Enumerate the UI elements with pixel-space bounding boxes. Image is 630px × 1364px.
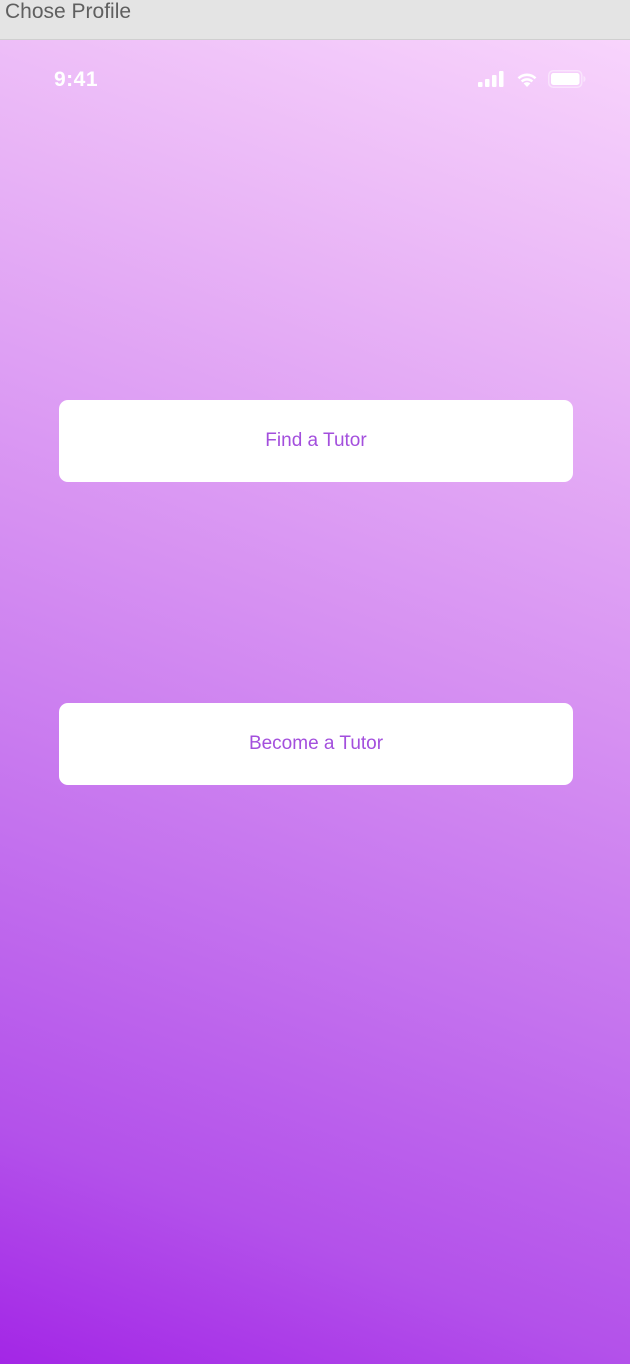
signal-icon — [478, 71, 504, 87]
wifi-icon — [517, 73, 537, 87]
choose-profile-screen: 9:41 Find a Tutor Become a Tutor — [0, 40, 630, 1364]
frame-label-bar: Chose Profile — [0, 0, 630, 40]
find-tutor-button[interactable]: Find a Tutor — [59, 400, 573, 482]
status-icons — [478, 69, 586, 89]
status-time: 9:41 — [54, 68, 99, 91]
battery-icon — [548, 70, 586, 88]
frame-title: Chose Profile — [5, 0, 132, 23]
find-tutor-label: Find a Tutor — [265, 430, 367, 451]
become-tutor-button[interactable]: Become a Tutor — [59, 703, 573, 785]
become-tutor-label: Become a Tutor — [248, 733, 384, 754]
status-bar: 9:41 — [0, 40, 630, 124]
